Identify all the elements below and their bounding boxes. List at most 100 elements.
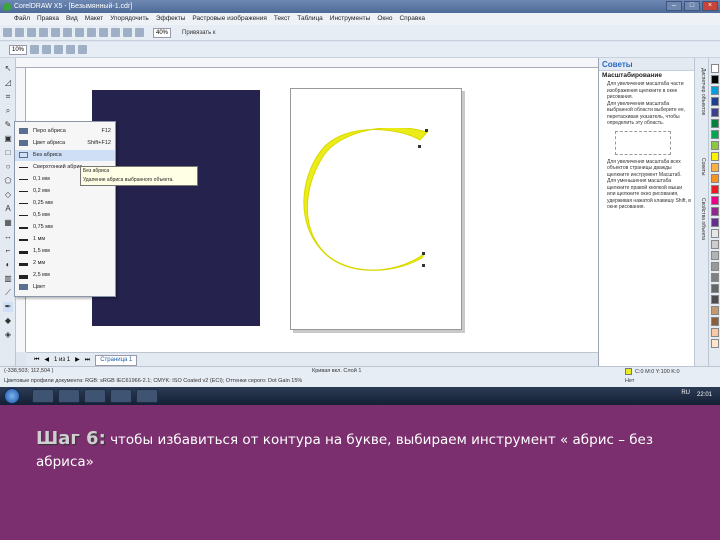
outline-menu-item[interactable]: 2,5 мм bbox=[15, 270, 115, 281]
palette-swatch[interactable] bbox=[711, 119, 719, 128]
crop-tool-icon[interactable]: ⌗ bbox=[3, 92, 13, 102]
table-tool-icon[interactable]: ▦ bbox=[3, 218, 13, 228]
dimension-tool-icon[interactable]: ↔ bbox=[3, 232, 13, 242]
docker-tab-object-properties[interactable]: Свойства объекта bbox=[697, 198, 706, 240]
outline-tool-icon[interactable]: ✒ bbox=[3, 302, 13, 312]
palette-swatch[interactable] bbox=[711, 240, 719, 249]
menu-view[interactable]: Вид bbox=[66, 13, 78, 25]
menu-effects[interactable]: Эффекты bbox=[156, 13, 186, 25]
polygon-tool-icon[interactable]: ⬠ bbox=[3, 176, 13, 186]
ellipse-tool-icon[interactable]: ○ bbox=[3, 162, 13, 172]
export-icon[interactable] bbox=[123, 28, 132, 37]
palette-swatch[interactable] bbox=[711, 317, 719, 326]
maximize-button[interactable]: □ bbox=[684, 1, 700, 11]
basic-shapes-icon[interactable]: ◇ bbox=[3, 190, 13, 200]
redo-icon[interactable] bbox=[99, 28, 108, 37]
palette-swatch[interactable] bbox=[711, 108, 719, 117]
outline-menu-item[interactable]: Перо абриса F12 bbox=[15, 126, 115, 137]
palette-swatch[interactable] bbox=[711, 130, 719, 139]
connector-tool-icon[interactable]: ⌐ bbox=[3, 246, 13, 256]
save-icon[interactable] bbox=[27, 28, 36, 37]
outline-menu-item[interactable]: 0,75 мм bbox=[15, 222, 115, 233]
close-button[interactable]: × bbox=[702, 1, 718, 11]
menu-help[interactable]: Справка bbox=[399, 13, 425, 25]
zoom-tool-icon[interactable]: ⌕ bbox=[3, 106, 13, 116]
letter-c-shape[interactable] bbox=[300, 128, 440, 278]
color-profiles[interactable]: Цветовые профили документа: RGB: sRGB IE… bbox=[4, 378, 302, 384]
node-handle[interactable] bbox=[425, 129, 428, 132]
palette-swatch[interactable] bbox=[711, 163, 719, 172]
menu-table[interactable]: Таблица bbox=[297, 13, 323, 25]
launcher-icon[interactable] bbox=[135, 28, 144, 37]
menu-bitmaps[interactable]: Растровые изображения bbox=[192, 13, 267, 25]
palette-swatch[interactable] bbox=[711, 284, 719, 293]
palette-swatch[interactable] bbox=[711, 141, 719, 150]
palette-swatch[interactable] bbox=[711, 75, 719, 84]
palette-swatch[interactable] bbox=[711, 196, 719, 205]
palette-swatch[interactable] bbox=[711, 295, 719, 304]
taskbar-item-app[interactable] bbox=[110, 389, 132, 403]
start-button[interactable] bbox=[4, 388, 20, 404]
paste-icon[interactable] bbox=[75, 28, 84, 37]
palette-swatch[interactable] bbox=[711, 207, 719, 216]
zoom-level-select[interactable]: 40% bbox=[153, 27, 172, 38]
palette-swatch[interactable] bbox=[711, 64, 719, 73]
cut-icon[interactable] bbox=[51, 28, 60, 37]
menu-file[interactable]: Файл bbox=[14, 13, 30, 25]
import-icon[interactable] bbox=[111, 28, 120, 37]
interactive-fill-icon[interactable]: ◈ bbox=[3, 330, 13, 340]
palette-swatch[interactable] bbox=[711, 152, 719, 161]
zoom-out-icon[interactable] bbox=[42, 45, 52, 54]
blend-tool-icon[interactable]: ◐ bbox=[3, 260, 13, 270]
palette-swatch[interactable] bbox=[711, 185, 719, 194]
copy-icon[interactable] bbox=[63, 28, 72, 37]
taskbar-item-coreldraw[interactable] bbox=[136, 389, 158, 403]
palette-swatch[interactable] bbox=[711, 339, 719, 348]
outline-menu-item[interactable]: 1,5 мм bbox=[15, 246, 115, 257]
node-handle[interactable] bbox=[422, 252, 425, 255]
node-handle[interactable] bbox=[418, 145, 421, 148]
zoom-all-icon[interactable] bbox=[66, 45, 76, 54]
docker-tab-object-manager[interactable]: Диспетчер объектов bbox=[697, 68, 706, 115]
outline-indicator[interactable]: Нет bbox=[625, 378, 634, 384]
palette-swatch[interactable] bbox=[711, 306, 719, 315]
new-document-icon[interactable] bbox=[3, 28, 12, 37]
outline-menu-item[interactable]: Без абриса bbox=[15, 150, 115, 161]
navy-rectangle[interactable] bbox=[92, 90, 260, 326]
next-page-button[interactable]: ▶ bbox=[75, 353, 80, 367]
letter-c-path[interactable] bbox=[303, 128, 429, 271]
menu-edit[interactable]: Правка bbox=[37, 13, 59, 25]
palette-swatch[interactable] bbox=[711, 262, 719, 271]
palette-swatch[interactable] bbox=[711, 251, 719, 260]
first-page-button[interactable]: ⏮ bbox=[34, 353, 39, 367]
eyedropper-tool-icon[interactable]: ⟋ bbox=[3, 288, 13, 298]
shape-tool-icon[interactable]: ◿ bbox=[3, 78, 13, 88]
outline-menu-item[interactable]: 0,5 мм bbox=[15, 210, 115, 221]
fill-indicator[interactable]: C:0 M:0 Y:100 K:0 bbox=[625, 368, 680, 375]
menu-arrange[interactable]: Упорядочить bbox=[110, 13, 149, 25]
undo-icon[interactable] bbox=[87, 28, 96, 37]
horizontal-scrollbar[interactable]: ⏮ ◀ 1 из 1 ▶ ⏭ Страница 1 bbox=[26, 352, 598, 366]
taskbar-item-media[interactable] bbox=[84, 389, 106, 403]
open-icon[interactable] bbox=[15, 28, 24, 37]
outline-menu-item[interactable]: 2 мм bbox=[15, 258, 115, 269]
menu-window[interactable]: Окно bbox=[377, 13, 392, 25]
menu-layout[interactable]: Макет bbox=[85, 13, 103, 25]
menu-text[interactable]: Текст bbox=[274, 13, 290, 25]
print-icon[interactable] bbox=[39, 28, 48, 37]
outline-menu-item[interactable]: 0,25 мм bbox=[15, 198, 115, 209]
text-tool-icon[interactable]: A bbox=[3, 204, 13, 214]
outline-menu-item[interactable]: Цвет абриса Shift+F12 bbox=[15, 138, 115, 149]
palette-swatch[interactable] bbox=[711, 218, 719, 227]
language-indicator[interactable]: RU bbox=[681, 390, 690, 396]
palette-swatch[interactable] bbox=[711, 328, 719, 337]
zoom-page-icon[interactable] bbox=[78, 45, 88, 54]
outline-menu-item[interactable]: Цвет bbox=[15, 282, 115, 293]
fill-tool-icon[interactable]: ◆ bbox=[3, 316, 13, 326]
palette-swatch[interactable] bbox=[711, 273, 719, 282]
palette-swatch[interactable] bbox=[711, 86, 719, 95]
outline-menu-item[interactable]: 1 мм bbox=[15, 234, 115, 245]
rectangle-tool-icon[interactable]: □ bbox=[3, 148, 13, 158]
pick-tool-icon[interactable]: ↖ bbox=[3, 64, 13, 74]
freehand-tool-icon[interactable]: ✎ bbox=[3, 120, 13, 130]
